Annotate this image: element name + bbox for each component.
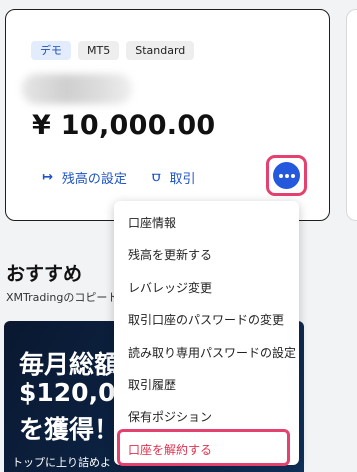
menu-item-open-positions[interactable]: 保有ポジション [128, 408, 212, 425]
account-type-tag: Standard [126, 41, 195, 60]
set-balance-label: 残高の設定 [61, 172, 127, 187]
account-screen: デモ MT5 Standard ¥ 10,000.00 ↦ 残高の設定 ⩌ 取引… [0, 0, 357, 472]
close-account-highlight [117, 429, 290, 466]
recommendations-subtitle: XMTradingのコピート [6, 291, 119, 304]
account-options-menu: 口座情報 残高を更新する レバレッジ変更 取引口座のパスワードの変更 読み取り専… [114, 201, 299, 465]
menu-item-update-balance[interactable]: 残高を更新する [128, 246, 212, 263]
next-account-card[interactable] [346, 9, 357, 221]
banner-line-2: $120,0 [19, 378, 116, 407]
chart-icon: ⩌ [152, 170, 161, 185]
account-balance: ¥ 10,000.00 [32, 110, 216, 141]
banner-line-3: を獲得！ [19, 415, 120, 444]
menu-item-readonly-password[interactable]: 読み取り専用パスワードの設定 [128, 344, 296, 361]
arrow-to-bar-icon: ↦ [42, 170, 53, 185]
menu-item-account-info[interactable]: 口座情報 [128, 214, 176, 231]
menu-item-change-trading-password[interactable]: 取引口座のパスワードの変更 [128, 311, 284, 328]
more-dot-icon [278, 173, 283, 178]
banner-line-4: トップに上り詰めよ [12, 456, 111, 469]
menu-item-change-leverage[interactable]: レバレッジ変更 [128, 279, 212, 296]
recommendations-title: おすすめ [6, 263, 83, 285]
menu-item-trade-history[interactable]: 取引履歴 [128, 376, 176, 393]
trade-button[interactable]: ⩌ 取引 [152, 168, 195, 187]
account-tags: デモ MT5 Standard [31, 41, 195, 60]
blurred-account-name [22, 74, 132, 104]
more-dot-icon [290, 173, 295, 178]
demo-tag: デモ [31, 41, 71, 60]
trade-label: 取引 [169, 172, 196, 187]
more-options-button[interactable] [273, 162, 300, 189]
banner-line-1: 毎月総額 [19, 350, 120, 379]
more-dot-icon [284, 173, 289, 178]
platform-tag: MT5 [78, 41, 120, 60]
set-balance-button[interactable]: ↦ 残高の設定 [42, 168, 127, 187]
